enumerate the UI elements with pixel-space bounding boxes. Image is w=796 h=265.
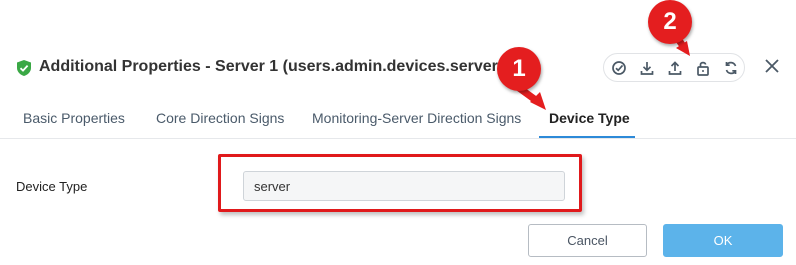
active-tab-indicator [539,136,635,138]
ok-button[interactable]: OK [663,224,783,257]
unlock-icon[interactable] [695,60,711,76]
tab-core-direction-signs[interactable]: Core Direction Signs [156,110,284,126]
dialog-title: Additional Properties - Server 1 (users.… [39,58,513,75]
sync-icon[interactable] [723,60,739,76]
download-icon[interactable] [639,60,655,76]
device-type-label: Device Type [16,179,88,194]
annotation-marker-1: 1 [497,47,541,91]
tab-monitoring-server-direction-signs[interactable]: Monitoring-Server Direction Signs [312,110,521,126]
device-type-input[interactable] [243,171,565,201]
upload-icon[interactable] [667,60,683,76]
tab-device-type[interactable]: Device Type [549,110,630,126]
toolbar [603,53,745,82]
close-icon[interactable] [764,58,780,74]
shield-check-icon [17,60,31,76]
cancel-button[interactable]: Cancel [528,224,647,257]
tab-bar: Basic Properties Core Direction Signs Mo… [0,100,796,139]
check-circle-icon[interactable] [611,60,627,76]
annotation-marker-2: 2 [648,0,692,44]
tab-basic-properties[interactable]: Basic Properties [23,110,125,126]
